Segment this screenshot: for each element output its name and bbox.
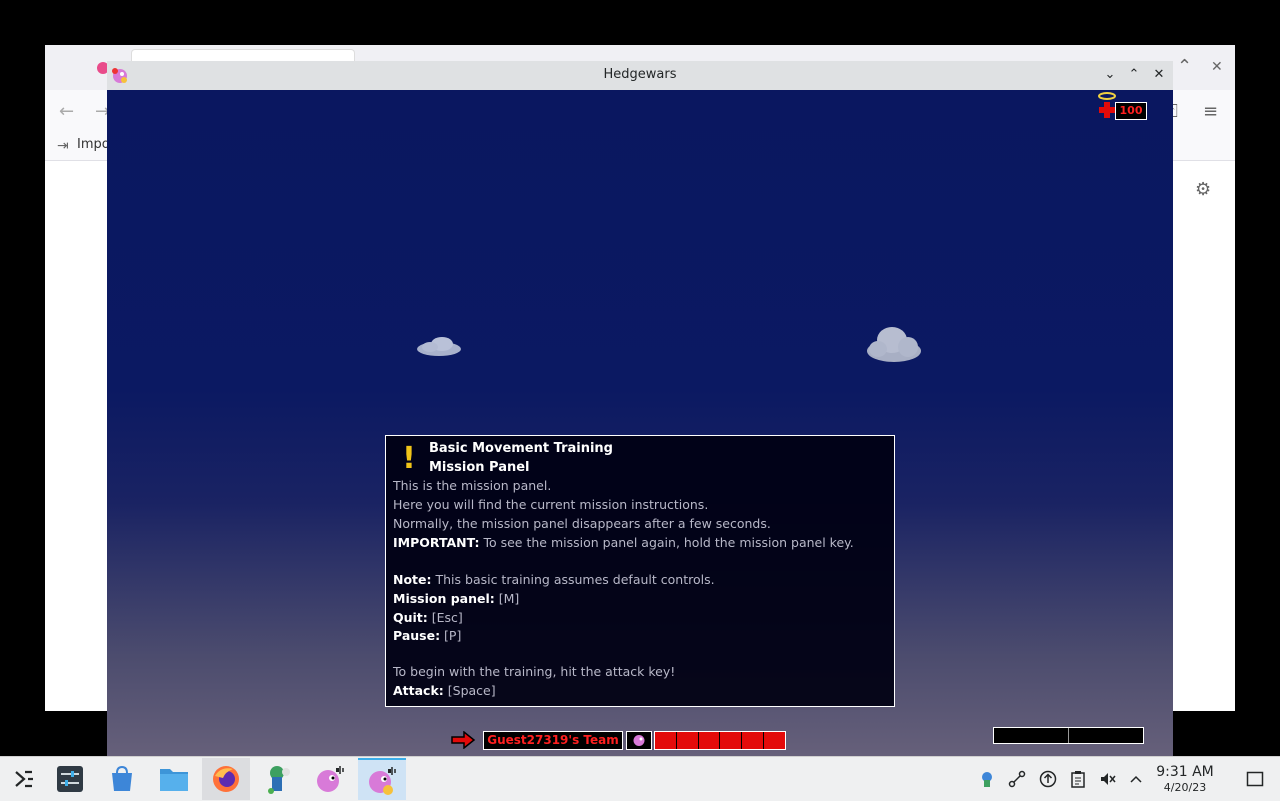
hamburger-menu-icon[interactable]: ≡ bbox=[1203, 102, 1218, 122]
window-close-button[interactable]: ✕ bbox=[1150, 66, 1168, 84]
mission-title: Basic Movement Training bbox=[429, 441, 613, 456]
mission-intro-line-1: This is the mission panel. bbox=[393, 478, 552, 493]
clock-time[interactable]: 9:31 AM bbox=[1150, 764, 1220, 780]
discover-store-icon bbox=[112, 765, 132, 791]
team-health-segment bbox=[742, 732, 765, 749]
file-manager-task[interactable] bbox=[150, 758, 198, 800]
quit-key-line: Quit: [Esc] bbox=[393, 610, 463, 626]
mission-panel-label: Mission panel: bbox=[393, 591, 495, 606]
attack-label: Attack: bbox=[393, 683, 444, 698]
firefox-icon bbox=[213, 766, 239, 792]
network-tray-icon[interactable] bbox=[1008, 770, 1026, 788]
launcher-icon bbox=[15, 770, 33, 788]
settings-gear-icon[interactable]: ⚙ bbox=[1195, 180, 1211, 200]
team-name-label: Guest27319's Team bbox=[483, 731, 623, 750]
hedgewars-window: Hedgewars ⌄ ⌃ ✕ 100 ! Basic Movement Tra… bbox=[107, 61, 1173, 756]
hedgewars-tray-icon[interactable] bbox=[978, 770, 996, 788]
mission-panel: ! Basic Movement Training Mission Panel … bbox=[385, 435, 895, 707]
system-settings-icon bbox=[57, 766, 83, 792]
cloud-small bbox=[417, 337, 461, 356]
application-launcher-button[interactable] bbox=[0, 758, 48, 800]
wind-indicator bbox=[993, 727, 1144, 744]
mission-subtitle: Mission Panel bbox=[429, 460, 530, 475]
team-health-segment bbox=[720, 732, 743, 749]
hedgewars-task-2[interactable] bbox=[358, 758, 406, 800]
health-value: 100 bbox=[1115, 102, 1147, 120]
team-flag-icon bbox=[626, 731, 652, 750]
taskbar bbox=[0, 756, 1280, 801]
quit-label: Quit: bbox=[393, 610, 428, 625]
mission-important-line: IMPORTANT: To see the mission panel agai… bbox=[393, 535, 854, 551]
note-text: This basic training assumes default cont… bbox=[431, 572, 715, 587]
team-health-bar bbox=[654, 731, 786, 750]
game-viewport[interactable]: 100 ! Basic Movement Training Mission Pa… bbox=[107, 90, 1173, 756]
hedgewars-map-editor-icon bbox=[268, 766, 290, 794]
browser-minimize-icon[interactable]: ⌃ bbox=[1177, 57, 1192, 77]
pause-label: Pause: bbox=[393, 628, 441, 643]
pause-key-line: Pause: [P] bbox=[393, 628, 461, 644]
mission-panel-key: [M] bbox=[494, 591, 520, 606]
hedgewars-task-1[interactable] bbox=[306, 758, 354, 800]
team-health-segment bbox=[676, 732, 699, 749]
hedgewars-hedgehog-icon bbox=[317, 766, 344, 792]
window-minimize-button[interactable]: ⌄ bbox=[1101, 66, 1119, 84]
window-maximize-button[interactable]: ⌃ bbox=[1125, 66, 1143, 84]
import-bookmarks-link[interactable]: Impo bbox=[77, 137, 110, 152]
browser-close-icon[interactable]: ✕ bbox=[1211, 57, 1223, 77]
clipboard-tray-icon[interactable] bbox=[1069, 770, 1087, 788]
show-desktop-icon[interactable] bbox=[1246, 770, 1264, 788]
quit-key: [Esc] bbox=[427, 610, 463, 625]
turn-arrow-icon bbox=[451, 731, 476, 749]
team-health-segment bbox=[698, 732, 721, 749]
hedgehog-health-indicator: 100 bbox=[1097, 92, 1157, 122]
pause-key: [P] bbox=[440, 628, 462, 643]
mission-intro-line-2: Here you will find the current mission i… bbox=[393, 497, 709, 512]
cloud-large bbox=[867, 327, 921, 362]
mission-intro-line-3: Normally, the mission panel disappears a… bbox=[393, 516, 771, 531]
clock-date[interactable]: 4/20/23 bbox=[1150, 781, 1220, 794]
hedgewars-launcher-task[interactable] bbox=[254, 758, 302, 800]
update-tray-icon[interactable] bbox=[1039, 770, 1057, 788]
mission-note-line: Note: This basic training assumes defaul… bbox=[393, 572, 715, 588]
important-label: IMPORTANT: bbox=[393, 535, 480, 550]
attack-key: [Space] bbox=[443, 683, 496, 698]
important-text: To see the mission panel again, hold the… bbox=[479, 535, 854, 550]
note-label: Note: bbox=[393, 572, 432, 587]
window-titlebar[interactable]: Hedgewars ⌄ ⌃ ✕ bbox=[107, 61, 1173, 90]
folder-icon bbox=[160, 769, 188, 791]
back-arrow-icon[interactable]: ← bbox=[59, 102, 74, 122]
import-icon: ⇥ bbox=[57, 138, 69, 154]
volume-muted-tray-icon[interactable] bbox=[1099, 770, 1117, 788]
mission-panel-key-line: Mission panel: [M] bbox=[393, 591, 519, 607]
attack-key-line: Attack: [Space] bbox=[393, 683, 496, 699]
team-health-segment bbox=[655, 732, 677, 749]
window-title: Hedgewars bbox=[603, 67, 677, 82]
firefox-task[interactable] bbox=[202, 758, 250, 800]
discover-task[interactable] bbox=[98, 758, 146, 800]
team-health-segment bbox=[764, 732, 785, 749]
hedgewars-hedgehog-active-icon bbox=[369, 767, 396, 795]
mission-begin-line: To begin with the training, hit the atta… bbox=[393, 664, 676, 679]
tray-expand-chevron-icon[interactable] bbox=[1127, 770, 1145, 788]
wind-center-mark bbox=[1068, 728, 1069, 743]
system-settings-task[interactable] bbox=[46, 758, 94, 800]
exclamation-icon: ! bbox=[402, 441, 416, 476]
